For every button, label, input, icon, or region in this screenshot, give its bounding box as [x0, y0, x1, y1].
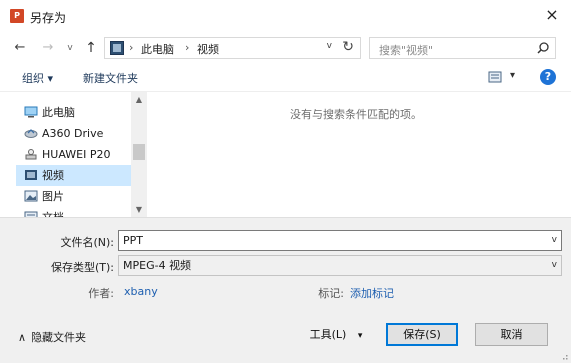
save-options-panel: 文件名(N): PPT v 保存类型(T): MPEG-4 视频 v 作者: x…	[0, 217, 571, 363]
new-folder-button[interactable]: 新建文件夹	[83, 70, 138, 86]
sidebar-item-a360-drive[interactable]: A360 Drive	[16, 123, 131, 144]
filename-dropdown-chevron-icon[interactable]: v	[552, 231, 557, 250]
help-icon[interactable]: ?	[540, 69, 556, 85]
address-bar[interactable]: › 此电脑 › 视频 v ↻	[104, 37, 361, 59]
filetype-value: MPEG-4 视频	[123, 259, 192, 272]
video-folder-icon	[110, 41, 124, 55]
sidebar-item-label: A360 Drive	[42, 127, 104, 140]
hide-folders-label: 隐藏文件夹	[31, 331, 87, 344]
close-icon[interactable]: ×	[543, 6, 561, 24]
filetype-select[interactable]: MPEG-4 视频 v	[118, 255, 562, 276]
filename-label: 文件名(N):	[60, 236, 114, 249]
navigation-pane: 此电脑 A360 Drive HUAWEI P20 视频 图片 文档	[16, 92, 147, 217]
scroll-up-arrow-icon[interactable]: ▲	[131, 92, 147, 107]
scroll-thumb[interactable]	[133, 144, 145, 160]
save-button[interactable]: 保存(S)	[386, 323, 458, 346]
scroll-down-arrow-icon[interactable]: ▼	[131, 202, 147, 217]
navigation-pane-scrollbar[interactable]: ▲ ▼	[131, 92, 147, 217]
breadcrumb-this-pc[interactable]: 此电脑	[141, 41, 174, 57]
sidebar-item-videos[interactable]: 视频	[16, 165, 131, 186]
sidebar-item-label: 视频	[42, 169, 64, 182]
back-arrow-icon[interactable]: ←	[12, 39, 28, 57]
tools-menu-button[interactable]: 工具(L) ▾	[304, 323, 368, 346]
breadcrumb-separator[interactable]: ›	[129, 41, 133, 54]
view-options-icon	[488, 71, 502, 83]
hide-folders-toggle[interactable]: ∧ 隐藏文件夹	[18, 329, 86, 345]
add-tags-link[interactable]: 添加标记	[350, 285, 394, 301]
sidebar-item-documents[interactable]: 文档	[16, 207, 131, 217]
window-title: 另存为	[30, 11, 67, 25]
author-label: 作者:	[88, 287, 114, 300]
cloud-drive-icon	[24, 129, 38, 138]
search-input[interactable]: 搜索"视频"	[369, 37, 556, 59]
sidebar-item-label: HUAWEI P20	[42, 148, 111, 161]
powerpoint-app-icon: P	[10, 9, 24, 23]
sidebar-item-label: 图片	[42, 190, 64, 203]
filetype-label: 保存类型(T):	[50, 261, 114, 274]
search-placeholder: 搜索"视频"	[379, 44, 434, 57]
resize-grip-icon[interactable]	[560, 352, 568, 360]
sidebar-item-this-pc[interactable]: 此电脑	[16, 102, 131, 123]
filetype-dropdown-chevron-icon[interactable]: v	[552, 256, 557, 275]
chevron-up-icon: ∧	[18, 331, 27, 344]
video-folder-icon	[25, 170, 37, 180]
filename-value: PPT	[123, 234, 143, 247]
computer-icon	[24, 106, 38, 118]
address-dropdown-chevron-icon[interactable]: v	[327, 41, 332, 51]
empty-results-message: 没有与搜索条件匹配的项。	[290, 108, 422, 121]
up-arrow-icon[interactable]: ↑	[84, 39, 98, 57]
file-list-pane[interactable]: 没有与搜索条件匹配的项。	[147, 92, 571, 217]
sidebar-item-pictures[interactable]: 图片	[16, 186, 131, 207]
tags-label: 标记:	[318, 287, 344, 300]
organize-menu-button[interactable]: 组织 ▾	[22, 70, 53, 86]
sidebar-item-huawei-p20[interactable]: HUAWEI P20	[16, 144, 131, 165]
title-bar: P 另存为 ×	[0, 0, 571, 34]
cancel-button[interactable]: 取消	[475, 323, 548, 346]
breadcrumb-separator[interactable]: ›	[185, 41, 189, 54]
command-toolbar: 组织 ▾ 新建文件夹 ▾ ?	[0, 62, 571, 92]
forward-arrow-icon[interactable]: →	[40, 39, 56, 57]
breadcrumb-videos[interactable]: 视频	[197, 41, 219, 57]
recent-locations-chevron-icon[interactable]: v	[64, 39, 76, 57]
tools-dropdown-chevron-icon: ▾	[357, 331, 363, 341]
filename-field[interactable]: PPT v	[118, 230, 562, 251]
sidebar-item-label: 此电脑	[42, 106, 75, 119]
author-value[interactable]: xbany	[124, 285, 158, 298]
phone-icon	[25, 149, 37, 160]
pictures-icon	[24, 190, 38, 202]
search-icon[interactable]	[536, 41, 550, 55]
navigation-bar: ← → v ↑ › 此电脑 › 视频 v ↻ 搜索"视频"	[0, 34, 571, 62]
view-dropdown-chevron-icon[interactable]: ▾	[510, 70, 515, 81]
refresh-icon[interactable]: ↻	[342, 39, 354, 55]
change-view-button[interactable]: ▾	[488, 70, 518, 84]
tools-label: 工具(L)	[309, 328, 347, 341]
